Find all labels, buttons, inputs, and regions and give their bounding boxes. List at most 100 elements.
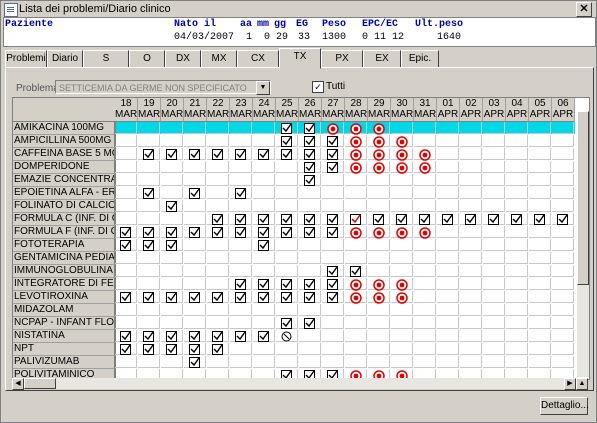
schedule-cell[interactable] bbox=[506, 135, 528, 147]
schedule-cell[interactable] bbox=[529, 174, 551, 186]
schedule-cell[interactable] bbox=[299, 122, 321, 134]
schedule-cell[interactable] bbox=[115, 291, 137, 303]
therapy-name[interactable]: IMMUNOGLOBULINA U bbox=[13, 265, 116, 278]
therapy-name[interactable]: NISTATINA bbox=[13, 330, 116, 343]
schedule-cell[interactable] bbox=[483, 239, 505, 251]
schedule-cell[interactable] bbox=[345, 226, 367, 239]
schedule-cell[interactable] bbox=[115, 174, 137, 186]
chevron-down-icon[interactable]: ▼ bbox=[256, 81, 270, 95]
schedule-cell[interactable] bbox=[368, 226, 390, 239]
schedule-cell[interactable] bbox=[414, 239, 436, 251]
therapy-name[interactable]: GENTAMICINA PEDIAT bbox=[13, 252, 116, 265]
schedule-cell[interactable] bbox=[115, 213, 137, 225]
schedule-cell[interactable] bbox=[368, 278, 390, 291]
problem-select[interactable]: SETTICEMIA DA GERME NON SPECIFICATO ▼ bbox=[55, 80, 271, 95]
schedule-cell[interactable] bbox=[414, 122, 436, 134]
schedule-cell[interactable] bbox=[276, 291, 298, 303]
schedule-cell[interactable] bbox=[552, 187, 574, 199]
schedule-cell[interactable] bbox=[552, 161, 574, 173]
schedule-cell[interactable] bbox=[207, 135, 229, 147]
schedule-cell[interactable] bbox=[552, 226, 574, 238]
schedule-cell[interactable] bbox=[184, 239, 206, 251]
schedule-cell[interactable] bbox=[552, 356, 574, 368]
schedule-cell[interactable] bbox=[437, 174, 459, 186]
scroll-up-icon[interactable]: ▲ bbox=[576, 378, 588, 390]
schedule-cell[interactable] bbox=[460, 122, 482, 134]
schedule-cell[interactable] bbox=[414, 187, 436, 199]
schedule-cell[interactable] bbox=[207, 187, 229, 199]
schedule-cell[interactable] bbox=[207, 304, 229, 316]
schedule-cell[interactable] bbox=[276, 226, 298, 238]
schedule-cell[interactable] bbox=[230, 239, 252, 251]
schedule-cell[interactable] bbox=[460, 356, 482, 368]
schedule-cell[interactable] bbox=[552, 252, 574, 264]
schedule-cell[interactable] bbox=[253, 252, 275, 264]
schedule-cell[interactable] bbox=[345, 200, 367, 212]
schedule-cell[interactable] bbox=[299, 213, 321, 225]
schedule-cell[interactable] bbox=[322, 330, 344, 342]
schedule-cell[interactable] bbox=[322, 161, 344, 173]
schedule-cell[interactable] bbox=[299, 330, 321, 342]
schedule-cell[interactable] bbox=[414, 304, 436, 316]
schedule-cell[interactable] bbox=[276, 239, 298, 251]
schedule-cell[interactable] bbox=[276, 330, 298, 342]
schedule-cell[interactable] bbox=[322, 343, 344, 355]
therapy-name[interactable]: MIDAZOLAM bbox=[13, 304, 116, 317]
schedule-cell[interactable] bbox=[437, 239, 459, 251]
schedule-cell[interactable] bbox=[345, 356, 367, 368]
schedule-cell[interactable] bbox=[115, 356, 137, 368]
schedule-cell[interactable] bbox=[391, 174, 413, 186]
schedule-cell[interactable] bbox=[345, 278, 367, 291]
therapy-name[interactable]: DOMPERIDONE bbox=[13, 161, 116, 174]
schedule-cell[interactable] bbox=[506, 317, 528, 329]
schedule-cell[interactable] bbox=[483, 161, 505, 173]
schedule-cell[interactable] bbox=[529, 291, 551, 303]
schedule-cell[interactable] bbox=[345, 174, 367, 186]
schedule-cell[interactable] bbox=[552, 174, 574, 186]
schedule-cell[interactable] bbox=[184, 330, 206, 342]
schedule-cell[interactable] bbox=[230, 187, 252, 199]
schedule-cell[interactable] bbox=[483, 356, 505, 368]
schedule-cell[interactable] bbox=[391, 239, 413, 251]
schedule-cell[interactable] bbox=[345, 161, 367, 174]
therapy-name[interactable]: LEVOTIROXINA bbox=[13, 291, 116, 304]
schedule-cell[interactable] bbox=[230, 278, 252, 290]
schedule-cell[interactable] bbox=[437, 213, 459, 225]
schedule-cell[interactable] bbox=[276, 122, 298, 134]
schedule-cell[interactable] bbox=[552, 343, 574, 355]
schedule-cell[interactable] bbox=[322, 278, 344, 290]
schedule-cell[interactable] bbox=[391, 278, 413, 291]
schedule-cell[interactable] bbox=[299, 278, 321, 290]
schedule-cell[interactable] bbox=[552, 304, 574, 316]
schedule-cell[interactable] bbox=[368, 265, 390, 277]
schedule-cell[interactable] bbox=[368, 135, 390, 148]
schedule-cell[interactable] bbox=[529, 317, 551, 329]
schedule-cell[interactable] bbox=[253, 213, 275, 225]
schedule-cell[interactable] bbox=[460, 252, 482, 264]
schedule-cell[interactable] bbox=[161, 239, 183, 251]
schedule-cell[interactable] bbox=[483, 213, 505, 225]
therapy-name[interactable]: EPOIETINA ALFA - ERI bbox=[13, 187, 116, 200]
schedule-cell[interactable] bbox=[207, 200, 229, 212]
schedule-cell[interactable] bbox=[391, 161, 413, 174]
schedule-cell[interactable] bbox=[437, 161, 459, 173]
schedule-cell[interactable] bbox=[529, 226, 551, 238]
schedule-cell[interactable] bbox=[138, 135, 160, 147]
schedule-cell[interactable] bbox=[345, 148, 367, 161]
schedule-cell[interactable] bbox=[276, 213, 298, 225]
schedule-cell[interactable] bbox=[115, 330, 137, 342]
schedule-cell[interactable] bbox=[460, 187, 482, 199]
tab-dx[interactable]: DX bbox=[165, 50, 201, 68]
schedule-cell[interactable] bbox=[529, 239, 551, 251]
schedule-cell[interactable] bbox=[391, 148, 413, 161]
schedule-cell[interactable] bbox=[138, 278, 160, 290]
schedule-cell[interactable] bbox=[506, 356, 528, 368]
schedule-cell[interactable] bbox=[552, 239, 574, 251]
schedule-cell[interactable] bbox=[276, 161, 298, 173]
schedule-cell[interactable] bbox=[414, 317, 436, 329]
schedule-cell[interactable] bbox=[368, 148, 390, 161]
schedule-cell[interactable] bbox=[345, 252, 367, 264]
tutti-checkbox[interactable]: ✓ bbox=[312, 81, 324, 93]
therapy-name[interactable]: AMPICILLINA 500MG bbox=[13, 135, 116, 148]
schedule-cell[interactable] bbox=[483, 343, 505, 355]
